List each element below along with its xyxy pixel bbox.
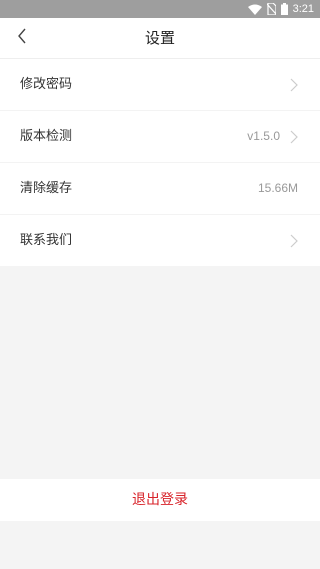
wifi-icon: [247, 4, 262, 15]
status-time: 3:21: [292, 3, 314, 15]
chevron-right-icon: [290, 234, 298, 248]
settings-item-version-check[interactable]: 版本检测 v1.5.0: [0, 111, 320, 163]
version-value: v1.5.0: [247, 129, 280, 143]
settings-item-change-password[interactable]: 修改密码: [0, 59, 320, 111]
page-title: 设置: [144, 29, 175, 47]
logout-label: 退出登录: [132, 492, 188, 508]
status-bar: 3:21: [0, 0, 320, 18]
no-sim-icon: [266, 3, 276, 15]
item-label: 版本检测: [20, 129, 73, 144]
item-label: 修改密码: [20, 77, 73, 92]
cache-size-value: 15.66M: [257, 181, 298, 195]
status-icons: 3:21: [247, 0, 314, 18]
battery-icon: [280, 3, 288, 15]
settings-screen: 3:21 设置 修改密码 版本检测 v1.5.0 清除缓存 15.66M 联系我…: [0, 0, 320, 569]
settings-item-clear-cache[interactable]: 清除缓存 15.66M: [0, 163, 320, 215]
chevron-right-icon: [290, 78, 298, 92]
settings-list: 修改密码 版本检测 v1.5.0 清除缓存 15.66M 联系我们: [0, 59, 320, 266]
nav-bar: 设置: [0, 18, 320, 59]
chevron-right-icon: [290, 130, 298, 144]
item-label: 联系我们: [20, 233, 73, 248]
logout-button[interactable]: 退出登录: [0, 479, 320, 521]
item-label: 清除缓存: [20, 181, 73, 196]
settings-item-contact-us[interactable]: 联系我们: [0, 215, 320, 266]
